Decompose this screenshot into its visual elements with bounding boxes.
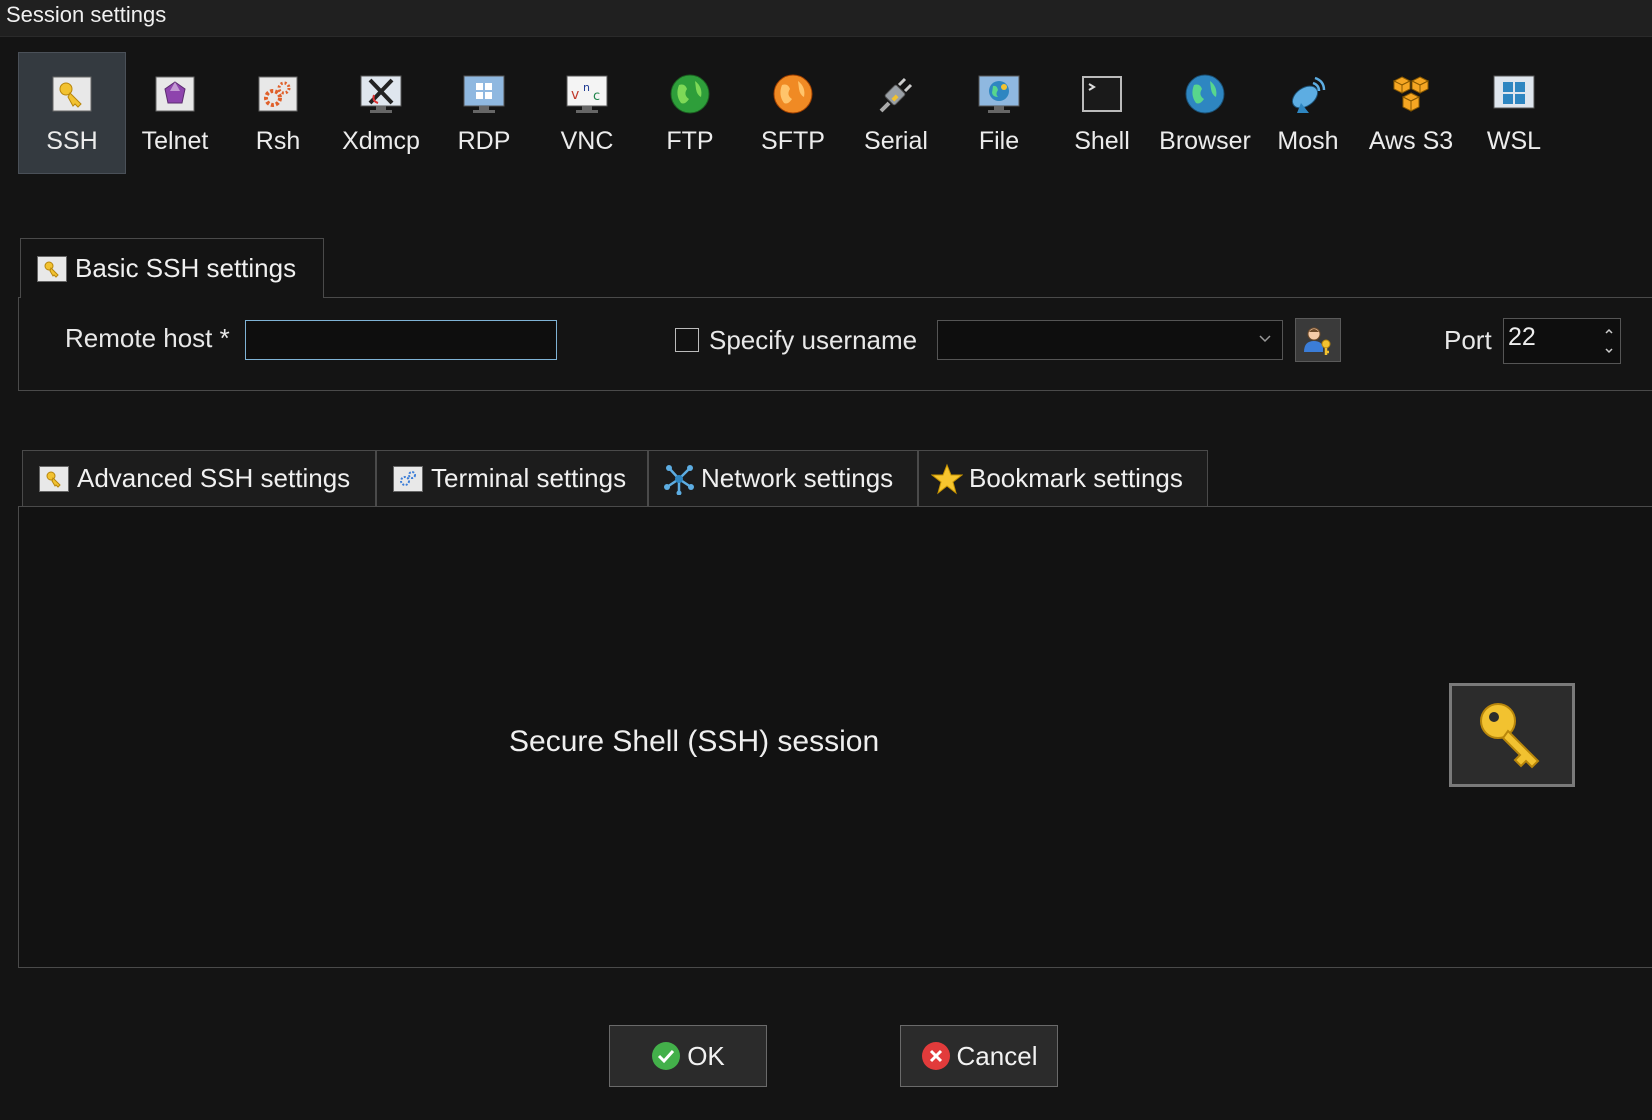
user-key-icon xyxy=(1304,327,1331,355)
remote-host-label: Remote host * xyxy=(65,323,230,353)
session-type-toolbar: SSH Telnet Rsh Xdmcp RDP vnc VNC FTP SFT… xyxy=(18,52,1638,176)
svg-text:n: n xyxy=(583,81,590,94)
rdp-monitor-icon xyxy=(463,73,505,115)
session-type-aws-s3[interactable]: Aws S3 xyxy=(1357,52,1465,174)
tab-label: Terminal settings xyxy=(431,463,627,493)
session-type-label: VNC xyxy=(560,127,614,155)
close-icon xyxy=(921,1042,950,1070)
tab-label: Basic SSH settings xyxy=(75,253,297,283)
network-icon xyxy=(663,463,695,495)
tab-advanced-ssh-settings[interactable]: Advanced SSH settings xyxy=(22,450,376,506)
serial-plug-icon xyxy=(875,73,917,115)
session-type-label: Aws S3 xyxy=(1368,127,1454,155)
telnet-gem-icon xyxy=(154,73,196,115)
session-type-mosh[interactable]: Mosh xyxy=(1254,52,1362,174)
settings-panel: Secure Shell (SSH) session xyxy=(18,506,1652,968)
session-type-ssh[interactable]: SSH xyxy=(18,52,126,174)
session-type-shell[interactable]: Shell xyxy=(1048,52,1156,174)
tab-basic-ssh-settings[interactable]: Basic SSH settings xyxy=(20,238,324,298)
session-type-rsh[interactable]: Rsh xyxy=(224,52,332,174)
check-icon xyxy=(652,1042,681,1070)
cancel-label: Cancel xyxy=(956,1040,1038,1071)
tab-bookmark-settings[interactable]: Bookmark settings xyxy=(918,450,1208,506)
session-type-sftp[interactable]: SFTP xyxy=(739,52,847,174)
session-type-label: Mosh xyxy=(1277,127,1339,155)
ssh-key-icon xyxy=(51,73,93,115)
port-value: 22 xyxy=(1508,323,1536,351)
mosh-satellite-icon xyxy=(1287,73,1329,115)
session-type-label: Rsh xyxy=(255,127,301,155)
session-type-browser[interactable]: Browser xyxy=(1151,52,1259,174)
session-type-telnet[interactable]: Telnet xyxy=(121,52,229,174)
key-icon xyxy=(1480,703,1540,769)
title-bar: Session settings xyxy=(0,0,1652,37)
browser-globe-icon xyxy=(1184,73,1226,115)
session-description: Secure Shell (SSH) session xyxy=(509,725,880,758)
wsl-windows-icon xyxy=(1493,73,1535,115)
tab-label: Bookmark settings xyxy=(969,463,1183,493)
shell-terminal-icon xyxy=(1081,73,1123,115)
file-globe-monitor-icon xyxy=(978,73,1020,115)
session-type-label: Serial xyxy=(864,127,928,155)
star-icon xyxy=(931,463,963,495)
tab-terminal-settings[interactable]: Terminal settings xyxy=(376,450,648,506)
session-type-xdmcp[interactable]: Xdmcp xyxy=(327,52,435,174)
specify-username-checkbox[interactable] xyxy=(675,328,699,352)
key-icon xyxy=(39,465,69,492)
cancel-button[interactable]: Cancel xyxy=(900,1025,1058,1087)
username-combobox[interactable] xyxy=(937,320,1283,360)
svg-text:c: c xyxy=(593,89,600,104)
ssh-session-key-icon xyxy=(1449,683,1575,787)
key-icon xyxy=(37,255,67,282)
tab-label: Advanced SSH settings xyxy=(77,463,351,493)
specify-username-label: Specify username xyxy=(709,325,918,355)
tab-label: Network settings xyxy=(701,463,894,493)
aws-s3-cubes-icon xyxy=(1390,73,1432,115)
session-type-label: Shell xyxy=(1074,127,1130,155)
remote-host-input[interactable] xyxy=(245,320,557,360)
user-credentials-button[interactable] xyxy=(1295,318,1341,362)
session-type-serial[interactable]: Serial xyxy=(842,52,950,174)
svg-text:v: v xyxy=(571,87,579,103)
session-type-label: WSL xyxy=(1486,127,1542,155)
spin-down-icon[interactable] xyxy=(1602,345,1616,357)
sftp-globe-icon xyxy=(772,73,814,115)
port-label: Port xyxy=(1444,325,1492,355)
session-type-label: Xdmcp xyxy=(342,127,420,155)
terminal-gears-icon xyxy=(393,465,423,492)
session-type-rdp[interactable]: RDP xyxy=(430,52,538,174)
port-spinbox[interactable]: 22 xyxy=(1503,318,1621,364)
session-type-label: Telnet xyxy=(141,127,209,155)
vnc-monitor-icon: vnc xyxy=(566,73,608,115)
session-type-label: Browser xyxy=(1159,127,1251,155)
window-title: Session settings xyxy=(6,2,167,27)
session-type-label: FTP xyxy=(666,127,714,155)
session-type-vnc[interactable]: vnc VNC xyxy=(533,52,641,174)
xdmcp-x-icon xyxy=(360,73,402,115)
ftp-globe-icon xyxy=(669,73,711,115)
session-type-file[interactable]: File xyxy=(945,52,1053,174)
session-type-label: SSH xyxy=(46,127,98,155)
spin-up-icon[interactable] xyxy=(1602,325,1616,337)
basic-settings-panel: Remote host * Specify username Port 22 xyxy=(18,297,1652,391)
session-type-label: SFTP xyxy=(761,127,825,155)
ok-button[interactable]: OK xyxy=(609,1025,767,1087)
tab-network-settings[interactable]: Network settings xyxy=(648,450,918,506)
session-type-wsl[interactable]: WSL xyxy=(1460,52,1568,174)
ok-label: OK xyxy=(687,1040,725,1071)
session-type-ftp[interactable]: FTP xyxy=(636,52,744,174)
session-type-label: File xyxy=(978,127,1020,155)
chevron-down-icon xyxy=(1259,335,1271,343)
rsh-gears-icon xyxy=(257,73,299,115)
session-type-label: RDP xyxy=(457,127,511,155)
